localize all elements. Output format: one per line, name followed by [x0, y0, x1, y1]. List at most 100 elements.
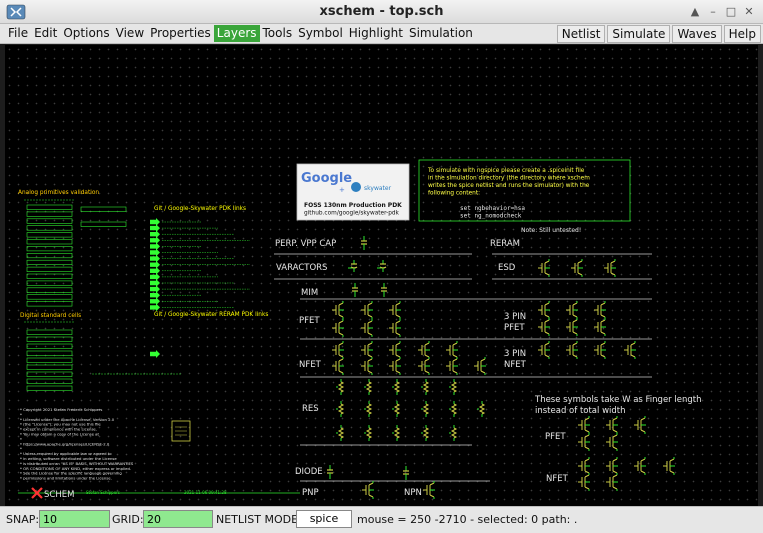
reram-links-title: Git / Google-Skywater RERAM PDK links — [154, 312, 268, 318]
analog-primitive-symbol[interactable] — [26, 280, 73, 286]
pnp-label: PNP — [302, 488, 319, 498]
menu-bar: File Edit Options View Properties Layers… — [0, 24, 763, 44]
digital-cell-symbol[interactable] — [26, 378, 73, 384]
section-separators — [274, 253, 652, 482]
simulate-button[interactable]: Simulate — [607, 25, 671, 43]
git-link-arrow[interactable] — [150, 285, 160, 294]
git-link-arrow[interactable] — [150, 297, 160, 306]
shade-window-icon[interactable]: ▲ — [687, 4, 703, 20]
menu-highlight[interactable]: Highlight — [346, 25, 406, 42]
status-bar: SNAP: GRID: NETLIST MODE: spice mouse = … — [0, 506, 763, 533]
license-line: * Copyright 2021 Stefan Frederik Schippe… — [20, 407, 102, 412]
digital-cell-symbol[interactable] — [26, 343, 73, 349]
license-line: * https://www.apache.org/licenses/LICENS… — [20, 441, 110, 446]
git-link-arrow[interactable] — [150, 230, 160, 239]
plus-sign: + — [339, 186, 345, 194]
analog-primitive-symbol[interactable] — [80, 221, 127, 227]
analog-primitive-symbol[interactable] — [26, 246, 73, 252]
title-bar: xschem - top.sch ▲ – □ ✕ — [0, 0, 763, 24]
res-label: RES — [302, 404, 319, 414]
menu-view[interactable]: View — [113, 25, 147, 42]
menu-properties[interactable]: Properties — [147, 25, 214, 42]
finger-note-line-1: These symbols take W as Finger length — [534, 395, 701, 405]
schematic-canvas[interactable]: Analog primitives validation Digital sta… — [5, 45, 758, 506]
git-link-arrow[interactable] — [150, 266, 160, 275]
analog-primitive-symbol[interactable] — [26, 294, 73, 300]
git-link-arrow[interactable] — [150, 254, 160, 263]
help-button[interactable]: Help — [723, 25, 761, 43]
xschem-logo: SCHEM — [31, 487, 74, 500]
minimize-window-icon[interactable]: – — [705, 4, 721, 20]
three-pin-pfet-label-1: 3 PIN — [504, 312, 526, 322]
analog-primitive-symbol[interactable] — [26, 253, 73, 259]
pfet-label: PFET — [299, 316, 320, 326]
git-link-arrow[interactable] — [150, 218, 160, 226]
varactors-label: VARACTORS — [276, 263, 327, 273]
analog-primitive-symbol[interactable] — [26, 259, 73, 266]
netlist-mode-field[interactable]: spice — [296, 510, 352, 528]
git-link-arrow[interactable] — [150, 279, 160, 287]
analog-primitive-symbol[interactable] — [26, 232, 73, 238]
menu-options[interactable]: Options — [60, 25, 112, 42]
analog-primitive-symbol[interactable] — [26, 239, 73, 245]
digital-cell-symbol[interactable] — [26, 364, 73, 370]
git-link-arrow[interactable] — [150, 272, 160, 281]
license-comment: * Copyright 2021 Stefan Frederik Schippe… — [20, 407, 134, 481]
digital-cell-symbol[interactable] — [26, 385, 73, 391]
analog-primitive-symbol[interactable] — [26, 211, 73, 217]
analog-primitive-symbol[interactable] — [26, 301, 73, 307]
maximize-window-icon[interactable]: □ — [723, 4, 739, 20]
menu-layers[interactable]: Layers — [213, 25, 260, 42]
analog-primitive-symbol[interactable] — [26, 204, 73, 210]
menu-simulation[interactable]: Simulation — [406, 25, 476, 42]
grid-input[interactable] — [143, 510, 213, 528]
perp-vpp-cap-label: PERP. VPP CAP — [275, 239, 336, 249]
analog-primitive-symbol[interactable] — [26, 273, 73, 279]
analog-primitive-symbol[interactable] — [80, 206, 127, 212]
license-line: * permissions and limitations under the … — [20, 476, 112, 481]
author-label: Stefan Schippers — [86, 490, 120, 495]
reram-label: RERAM — [490, 239, 520, 249]
finger-pfet-label: PFET — [545, 432, 566, 442]
analog-primitive-symbol[interactable] — [26, 266, 73, 272]
menu-edit[interactable]: Edit — [31, 25, 60, 42]
digital-cell-symbol[interactable] — [26, 329, 73, 335]
analog-primitive-symbol[interactable] — [26, 225, 73, 231]
esd-label: ESD — [498, 263, 516, 273]
waves-button[interactable]: Waves — [672, 25, 722, 43]
netlist-button[interactable]: Netlist — [556, 25, 606, 43]
digital-cell-symbol[interactable] — [26, 336, 73, 342]
nfet-label: NFET — [299, 360, 322, 370]
spiceinit-note: To simulate with ngspice please create a… — [418, 159, 631, 222]
three-pin-pfet-label-2: PFET — [504, 323, 525, 333]
device-symbols — [326, 235, 676, 500]
git-link-arrow[interactable] — [150, 303, 160, 312]
grid-label: GRID: — [112, 513, 144, 526]
analog-primitive-symbol[interactable] — [26, 218, 73, 224]
digital-cell-symbol[interactable] — [26, 371, 73, 377]
mim-label: MIM — [301, 288, 318, 298]
git-link-arrow[interactable] — [150, 260, 160, 269]
spiceinit-note-line: writes the spice netlist and runs the si… — [428, 183, 590, 189]
menu-tools[interactable]: Tools — [260, 25, 296, 42]
menu-symbol[interactable]: Symbol — [295, 25, 346, 42]
spiceinit-note-line: following content: — [428, 191, 480, 197]
close-window-icon[interactable]: ✕ — [741, 4, 757, 20]
digital-cell-symbol[interactable] — [26, 350, 73, 356]
netlist-mode-label: NETLIST MODE: — [216, 513, 302, 526]
digital-cell-symbol[interactable] — [26, 357, 73, 363]
git-link-arrow[interactable] — [150, 236, 160, 245]
google-skywater-logo-box[interactable]: Google + skywater FOSS 130nm Production … — [296, 163, 410, 221]
git-links-title: Git / Google-Skywater PDK links — [154, 206, 246, 212]
snap-input[interactable] — [39, 510, 110, 528]
reram-link-arrow[interactable] — [150, 350, 160, 358]
finger-nfet-label: NFET — [546, 474, 569, 484]
git-link-arrow[interactable] — [150, 224, 160, 233]
snap-label: SNAP: — [6, 513, 40, 526]
git-link-arrow[interactable] — [150, 248, 160, 257]
analog-primitive-symbol[interactable] — [26, 287, 73, 293]
menu-file[interactable]: File — [5, 25, 31, 42]
git-link-arrow[interactable] — [150, 291, 160, 300]
git-link-arrow[interactable] — [150, 242, 160, 251]
spiceinit-code-line: set ngbehavior=hsa — [460, 205, 525, 212]
